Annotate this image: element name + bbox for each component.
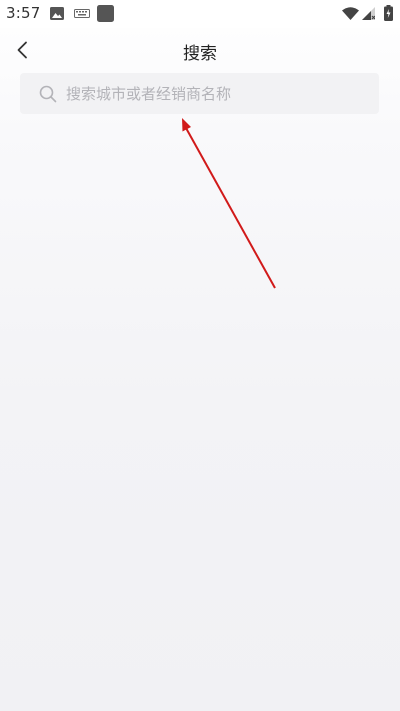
keyboard-icon [74,9,90,18]
nav-bar: 搜索 [0,28,400,72]
search-icon [39,85,57,102]
page-title: 搜索 [183,44,217,64]
status-bar: 3:57 [0,0,400,28]
image-icon [50,7,64,20]
signal-icon [362,7,375,20]
status-time: 3:57 [6,4,41,22]
search-box[interactable] [20,73,379,114]
search-input[interactable] [66,78,379,109]
search-results-area [0,124,400,711]
battery-icon [384,5,393,21]
app-square-icon [97,5,114,22]
wifi-icon [342,7,359,20]
